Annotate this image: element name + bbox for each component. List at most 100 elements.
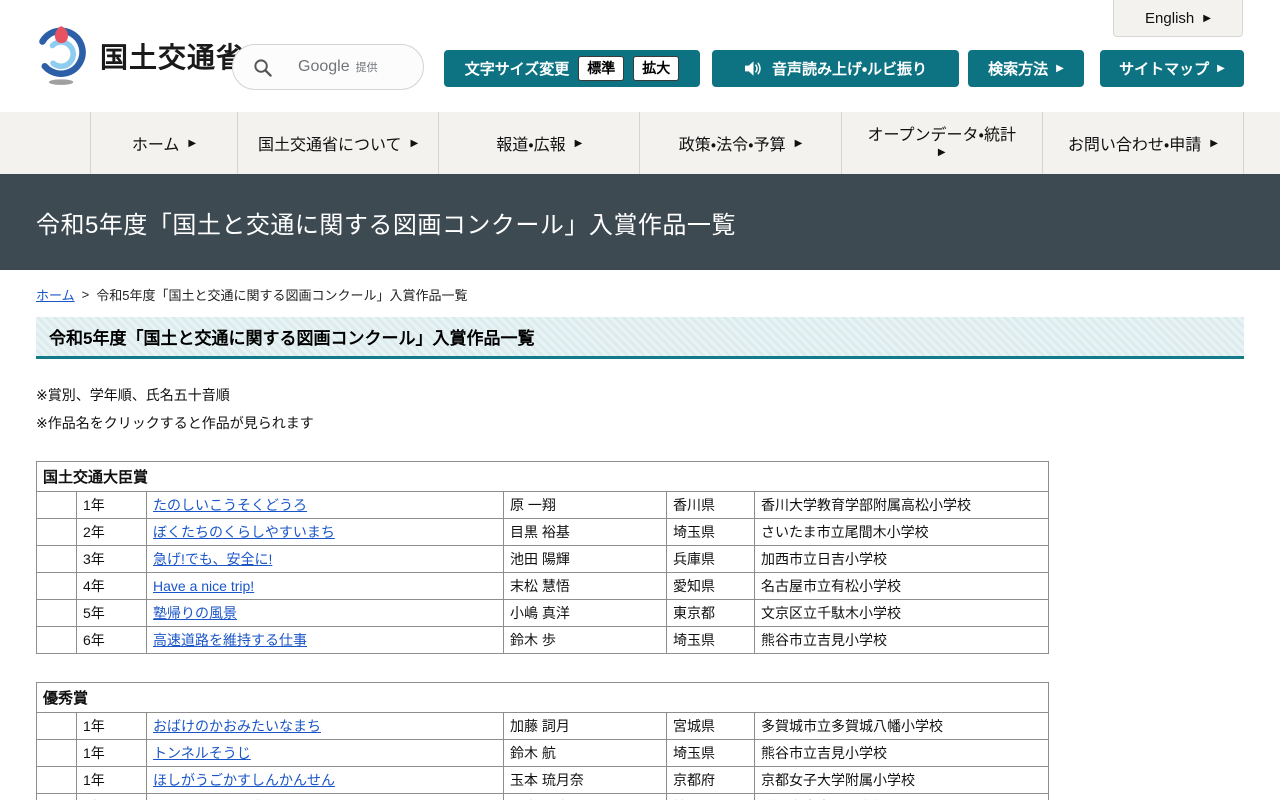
grade-cell: 3年 (77, 546, 147, 573)
section-heading-text: 令和5年度「国土と交通に関する図画コンクール」入賞作品一覧 (49, 324, 534, 349)
prefecture-cell: 東京都 (667, 600, 755, 627)
font-size-label: 文字サイズ変更 (465, 58, 570, 79)
artwork-title-cell: 急げ!でも、安全に! (147, 546, 504, 573)
breadcrumb-home-link[interactable]: ホーム (36, 285, 75, 304)
nav-item-about[interactable]: 国土交通省について ▶ (237, 112, 438, 174)
english-label: English (1145, 10, 1194, 27)
chevron-right-icon: ▶ (795, 138, 803, 149)
nav-item-policy[interactable]: 政策・法令・予算 ▶ (639, 112, 840, 174)
font-size-button-group: 文字サイズ変更 標準 拡大 (444, 50, 700, 87)
artwork-title-cell: 塾帰りの風景 (147, 600, 504, 627)
tts-button[interactable]: 音声読み上げ・ルビ振り (712, 50, 959, 87)
artwork-title-cell: たくさんのでん車 (147, 794, 504, 800)
artwork-title-link[interactable]: ほしがうごかすしんかんせん (153, 772, 335, 788)
table-row: 1年 おばけのかおみたいなまち 加藤 詞月 宮城県 多賀城市立多賀城八幡小学校 (37, 713, 1049, 740)
artwork-title-link[interactable]: たのしいこうそくどうろ (153, 497, 307, 513)
rank-cell (37, 492, 77, 519)
student-name-cell: 鈴木 歩 (504, 627, 667, 654)
artwork-title-cell: おばけのかおみたいなまち (147, 713, 504, 740)
student-name-cell: 長内 賢太郎 (504, 794, 667, 800)
prefecture-cell: 埼玉県 (667, 519, 755, 546)
logo-text: 国土交通省 (100, 36, 245, 76)
tts-label: 音声読み上げ・ルビ振り (772, 58, 927, 79)
rank-cell (37, 627, 77, 654)
main-nav: ホーム ▶ 国土交通省について ▶ 報道・広報 ▶ 政策・法令・予算 ▶ オープ… (0, 112, 1280, 174)
artwork-title-link[interactable]: おばけのかおみたいなまち (153, 718, 321, 734)
school-cell: 香川大学教育学部附属高松小学校 (755, 492, 1049, 519)
award-table-minister: 国土交通大臣賞 1年 たのしいこうそくどうろ 原 一翔 香川県 香川大学教育学部… (36, 461, 1049, 654)
grade-cell: 5年 (77, 600, 147, 627)
table-row: 5年 塾帰りの風景 小嶋 真洋 東京都 文京区立千駄木小学校 (37, 600, 1049, 627)
school-cell: 鶴ヶ島市立栄小学校 (755, 794, 1049, 800)
table-row: 6年 高速道路を維持する仕事 鈴木 歩 埼玉県 熊谷市立吉見小学校 (37, 627, 1049, 654)
student-name-cell: 加藤 詞月 (504, 713, 667, 740)
school-cell: さいたま市立尾間木小学校 (755, 519, 1049, 546)
artwork-title-link[interactable]: 急げ!でも、安全に! (153, 551, 272, 567)
table-row: 1年 たのしいこうそくどうろ 原 一翔 香川県 香川大学教育学部附属高松小学校 (37, 492, 1049, 519)
school-cell: 文京区立千駄木小学校 (755, 600, 1049, 627)
chevron-right-icon: ▶ (575, 138, 583, 149)
page: 国土交通省 Google 提供 文字サイズ変更 標準 拡大 音声読み上げ・ルビ振 (0, 0, 1280, 800)
table-row: 4年 Have a nice trip! 末松 慧悟 愛知県 名古屋市立有松小学… (37, 573, 1049, 600)
prefecture-cell: 京都府 (667, 767, 755, 794)
search-provider-text: Google 提供 (298, 58, 378, 76)
artwork-title-cell: トンネルそうじ (147, 740, 504, 767)
grade-cell: 4年 (77, 573, 147, 600)
grade-cell: 2年 (77, 794, 147, 800)
rank-cell (37, 519, 77, 546)
chevron-right-icon: ▶ (1056, 63, 1064, 74)
school-cell: 京都女子大学附属小学校 (755, 767, 1049, 794)
table-row: 1年 トンネルそうじ 鈴木 航 埼玉県 熊谷市立吉見小学校 (37, 740, 1049, 767)
table-row: 3年 急げ!でも、安全に! 池田 陽輝 兵庫県 加西市立日吉小学校 (37, 546, 1049, 573)
rank-cell (37, 794, 77, 800)
table-row: 1年 ほしがうごかすしんかんせん 玉本 琉月奈 京都府 京都女子大学附属小学校 (37, 767, 1049, 794)
table-row: 2年 たくさんのでん車 長内 賢太郎 埼玉県 鶴ヶ島市立栄小学校 (37, 794, 1049, 800)
artwork-title-cell: 高速道路を維持する仕事 (147, 627, 504, 654)
prefecture-cell: 兵庫県 (667, 546, 755, 573)
breadcrumb-current: 令和5年度「国土と交通に関する図画コンクール」入賞作品一覧 (96, 285, 467, 304)
nav-item-press[interactable]: 報道・広報 ▶ (438, 112, 639, 174)
rank-cell (37, 600, 77, 627)
search-icon (253, 58, 272, 77)
page-title-banner: 令和5年度「国土と交通に関する図画コンクール」入賞作品一覧 (0, 174, 1280, 270)
standard-size-button[interactable]: 標準 (578, 56, 624, 80)
sitemap-button[interactable]: サイトマップ ▶ (1100, 50, 1244, 87)
notes: ※賞別、学年順、氏名五十音順 ※作品名をクリックすると作品が見られます (36, 381, 1244, 437)
nav-item-contact[interactable]: お問い合わせ・申請 ▶ (1042, 112, 1244, 174)
artwork-title-link[interactable]: トンネルそうじ (153, 745, 251, 761)
prefecture-cell: 愛知県 (667, 573, 755, 600)
nav-item-home[interactable]: ホーム ▶ (90, 112, 237, 174)
artwork-title-cell: Have a nice trip! (147, 573, 504, 600)
chevron-right-icon: ▶ (1203, 13, 1211, 24)
search-input[interactable]: Google 提供 (232, 44, 424, 90)
nav-item-opendata[interactable]: オープンデータ・統計 ▶ (841, 112, 1042, 174)
artwork-title-link[interactable]: Have a nice trip! (153, 578, 254, 594)
chevron-right-icon: ▶ (938, 147, 946, 159)
chevron-right-icon: ▶ (411, 138, 419, 149)
prefecture-cell: 宮城県 (667, 713, 755, 740)
large-size-button[interactable]: 拡大 (633, 56, 679, 80)
student-name-cell: 小嶋 真洋 (504, 600, 667, 627)
artwork-title-cell: ぼくたちのくらしやすいまち (147, 519, 504, 546)
student-name-cell: 玉本 琉月奈 (504, 767, 667, 794)
school-cell: 多賀城市立多賀城八幡小学校 (755, 713, 1049, 740)
section-heading: 令和5年度「国土と交通に関する図画コンクール」入賞作品一覧 (36, 317, 1244, 359)
grade-cell: 1年 (77, 740, 147, 767)
artwork-title-link[interactable]: 高速道路を維持する仕事 (153, 632, 307, 648)
nav-item-label: 国土交通省について (258, 131, 402, 155)
nav-item-label: お問い合わせ・申請 (1068, 131, 1201, 155)
grade-cell: 2年 (77, 519, 147, 546)
award-caption: 国土交通大臣賞 (37, 462, 1049, 492)
artwork-title-link[interactable]: ぼくたちのくらしやすいまち (153, 524, 335, 540)
prefecture-cell: 埼玉県 (667, 794, 755, 800)
mlit-logo-link[interactable]: 国土交通省 (34, 24, 245, 88)
english-button[interactable]: English ▶ (1113, 0, 1243, 37)
student-name-cell: 池田 陽輝 (504, 546, 667, 573)
artwork-title-link[interactable]: 塾帰りの風景 (153, 605, 237, 621)
student-name-cell: 原 一翔 (504, 492, 667, 519)
artwork-title-cell: たのしいこうそくどうろ (147, 492, 504, 519)
search-method-label: 検索方法 (988, 58, 1048, 79)
rank-cell (37, 767, 77, 794)
student-name-cell: 末松 慧悟 (504, 573, 667, 600)
search-method-button[interactable]: 検索方法 ▶ (968, 50, 1084, 87)
